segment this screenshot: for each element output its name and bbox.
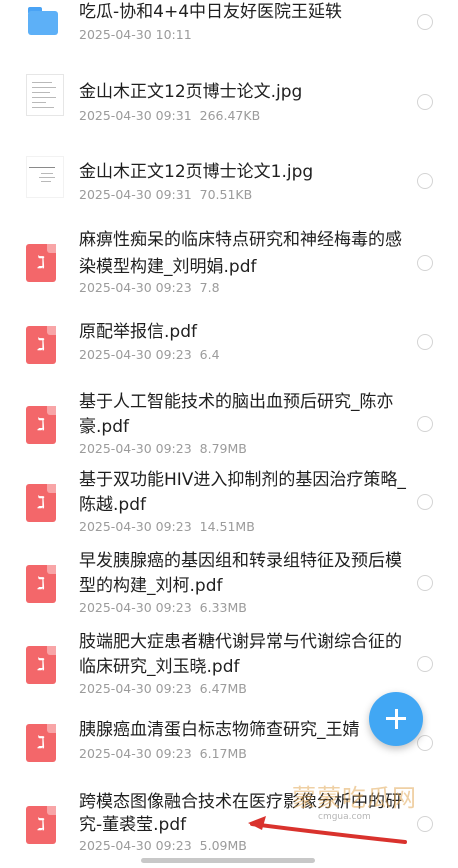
- file-row-image[interactable]: 金山木正文12页博士论文.jpg 2025-04-30 09:31 266.47K…: [0, 72, 458, 132]
- file-date: 2025-04-30 09:23: [79, 600, 192, 615]
- file-size: 14.51MB: [199, 519, 255, 534]
- file-size: 6.47MB: [199, 681, 247, 696]
- select-radio[interactable]: [417, 334, 433, 350]
- pdf-icon: ℷ: [26, 565, 56, 603]
- red-arrow-annotation: [248, 816, 407, 844]
- file-row-pdf[interactable]: ℷ 麻痹性痴呆的临床特点研究和神经梅毒的感 染模型构建_刘明娟.pdf 2025…: [0, 228, 458, 298]
- file-size: 70.51KB: [199, 187, 253, 202]
- file-title-line: 染模型构建_刘明娟.pdf: [79, 257, 257, 277]
- file-meta: 2025-04-30 09:23 6.4: [79, 347, 220, 362]
- file-meta: 2025-04-30 09:23 6.17MB: [79, 746, 247, 761]
- file-size: 6.33MB: [199, 600, 247, 615]
- select-radio[interactable]: [417, 14, 433, 30]
- file-title: 原配举报信.pdf: [79, 322, 197, 342]
- file-meta: 2025-04-30 09:23 6.47MB: [79, 681, 247, 696]
- pdf-icon: ℷ: [26, 806, 56, 844]
- file-title: 胰腺癌血清蛋白标志物筛查研究_王婧: [79, 720, 360, 740]
- home-indicator[interactable]: [141, 858, 315, 863]
- file-title-line: 型的构建_刘柯.pdf: [79, 576, 223, 596]
- select-radio[interactable]: [417, 735, 433, 751]
- pdf-icon: ℷ: [26, 646, 56, 684]
- file-date: 2025-04-30 10:11: [79, 27, 192, 42]
- folder-icon: [26, 5, 60, 39]
- file-title-line: 基于人工智能技术的脑出血预后研究_陈亦: [79, 392, 394, 412]
- file-row-pdf[interactable]: ℷ 基于人工智能技术的脑出血预后研究_陈亦 豪.pdf 2025-04-30 0…: [0, 390, 458, 460]
- file-meta: 2025-04-30 09:31 266.47KB: [79, 108, 260, 123]
- file-meta: 2025-04-30 09:23 14.51MB: [79, 519, 255, 534]
- select-radio[interactable]: [417, 575, 433, 591]
- pdf-icon: ℷ: [26, 484, 56, 522]
- file-title: 吃瓜-协和4+4中日友好医院王延轶: [79, 2, 343, 22]
- file-title-line: 豪.pdf: [79, 417, 129, 437]
- file-meta: 2025-04-30 09:23 8.79MB: [79, 441, 247, 456]
- file-meta: 2025-04-30 09:23 6.33MB: [79, 600, 247, 615]
- select-radio[interactable]: [417, 94, 433, 110]
- file-meta: 2025-04-30 09:23 5.09MB: [79, 838, 247, 853]
- select-radio[interactable]: [417, 656, 433, 672]
- select-radio[interactable]: [417, 816, 433, 832]
- add-button[interactable]: [369, 692, 423, 746]
- file-title-line: 肢端肥大症患者糖代谢异常与代谢综合征的: [79, 632, 402, 652]
- file-title: 金山木正文12页博士论文1.jpg: [79, 162, 314, 182]
- file-date: 2025-04-30 09:23: [79, 746, 192, 761]
- file-date: 2025-04-30 09:23: [79, 441, 192, 456]
- pdf-icon: ℷ: [26, 406, 56, 444]
- pdf-icon: ℷ: [26, 326, 56, 364]
- image-thumbnail-icon: [26, 74, 64, 116]
- file-title-line: 早发胰腺癌的基因组和转录组特征及预后模: [79, 551, 402, 571]
- file-date: 2025-04-30 09:23: [79, 838, 192, 853]
- select-radio[interactable]: [417, 173, 433, 189]
- select-radio[interactable]: [417, 255, 433, 271]
- file-size: 8.79MB: [199, 441, 247, 456]
- file-size: 266.47KB: [199, 108, 261, 123]
- file-size: 6.4: [199, 347, 220, 362]
- file-meta: 2025-04-30 10:11: [79, 27, 192, 42]
- file-meta: 2025-04-30 09:23 7.8: [79, 280, 220, 295]
- file-meta: 2025-04-30 09:31 70.51KB: [79, 187, 252, 202]
- file-size: 7.8: [199, 280, 220, 295]
- file-title-line: 临床研究_刘玉晓.pdf: [79, 657, 240, 677]
- file-title: 金山木正文12页博士论文.jpg: [79, 82, 303, 102]
- file-title-line: 陈越.pdf: [79, 495, 146, 515]
- file-row-pdf[interactable]: ℷ 基于双功能HIV进入抑制剂的基因治疗策略_ 陈越.pdf 2025-04-3…: [0, 468, 458, 538]
- file-row-pdf[interactable]: ℷ 早发胰腺癌的基因组和转录组特征及预后模 型的构建_刘柯.pdf 2025-0…: [0, 549, 458, 619]
- file-date: 2025-04-30 09:23: [79, 280, 192, 295]
- file-title-line: 麻痹性痴呆的临床特点研究和神经梅毒的感: [79, 230, 402, 250]
- file-row-pdf[interactable]: ℷ 肢端肥大症患者糖代谢异常与代谢综合征的 临床研究_刘玉晓.pdf 2025-…: [0, 630, 458, 700]
- pdf-icon: ℷ: [26, 244, 56, 282]
- file-row-folder[interactable]: 吃瓜-协和4+4中日友好医院王延轶 2025-04-30 10:11: [0, 0, 458, 45]
- image-thumbnail-icon: [26, 156, 64, 198]
- file-date: 2025-04-30 09:31: [79, 108, 192, 123]
- pdf-icon: ℷ: [26, 724, 56, 762]
- watermark-text: 蒙蒙吃瓜网: [292, 784, 417, 812]
- file-title-line: 基于双功能HIV进入抑制剂的基因治疗策略_: [79, 470, 406, 490]
- file-size: 6.17MB: [199, 746, 247, 761]
- file-date: 2025-04-30 09:31: [79, 187, 192, 202]
- file-date: 2025-04-30 09:23: [79, 347, 192, 362]
- file-date: 2025-04-30 09:23: [79, 519, 192, 534]
- select-radio[interactable]: [417, 494, 433, 510]
- file-row-pdf[interactable]: ℷ 原配举报信.pdf 2025-04-30 09:23 6.4: [0, 320, 458, 370]
- file-date: 2025-04-30 09:23: [79, 681, 192, 696]
- file-row-image[interactable]: 金山木正文12页博士论文1.jpg 2025-04-30 09:31 70.51K…: [0, 150, 458, 210]
- select-radio[interactable]: [417, 416, 433, 432]
